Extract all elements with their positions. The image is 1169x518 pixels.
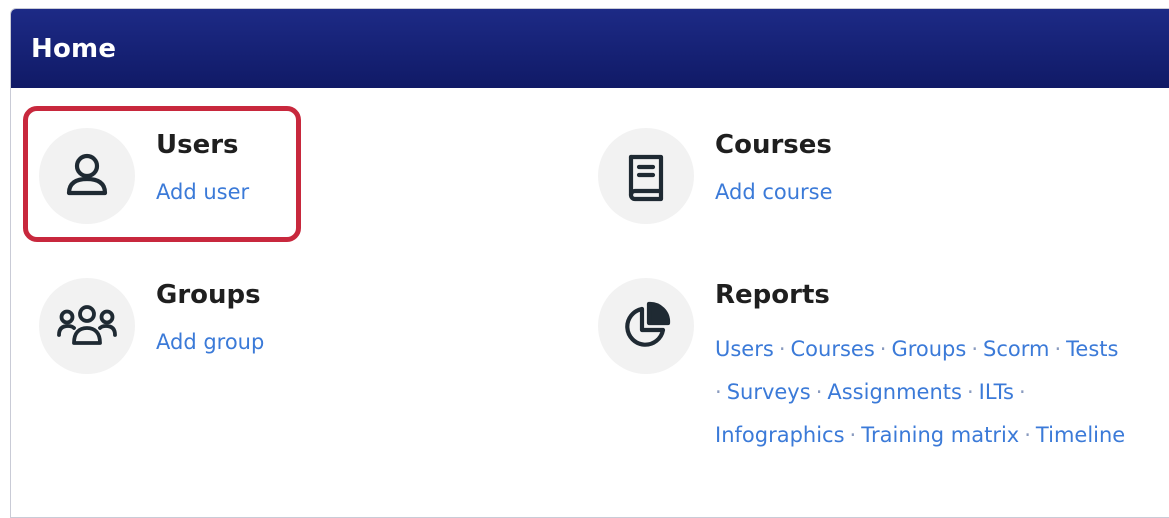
users-tile: Users Add user	[39, 128, 339, 228]
report-link-assignments[interactable]: Assignments	[827, 380, 962, 404]
report-link-courses[interactable]: Courses	[791, 337, 875, 361]
add-course-link[interactable]: Add course	[715, 180, 833, 204]
report-link-training-matrix[interactable]: Training matrix	[861, 423, 1019, 447]
report-link-infographics[interactable]: Infographics	[715, 423, 845, 447]
link-separator: ·	[966, 380, 974, 404]
link-separator: ·	[815, 380, 823, 404]
add-group-link[interactable]: Add group	[156, 330, 264, 354]
book-icon[interactable]	[598, 128, 694, 224]
report-link-surveys[interactable]: Surveys	[727, 380, 811, 404]
group-icon[interactable]	[39, 278, 135, 374]
report-link-ilts[interactable]: ILTs	[979, 380, 1014, 404]
reports-tile: Reports Users · Courses · Groups · Scorm · Tests…	[598, 278, 1158, 468]
report-link-scorm[interactable]: Scorm	[983, 337, 1049, 361]
report-link-users[interactable]: Users	[715, 337, 774, 361]
link-separator: ·	[778, 337, 786, 361]
link-separator: ·	[1018, 380, 1026, 404]
groups-title[interactable]: Groups	[156, 280, 261, 310]
panel-header: Home	[11, 9, 1169, 88]
page-title: Home	[31, 33, 117, 64]
link-separator: ·	[879, 337, 887, 361]
add-user-link[interactable]: Add user	[156, 180, 249, 204]
link-separator: ·	[1024, 423, 1031, 447]
report-link-timeline[interactable]: Timeline	[1036, 423, 1125, 447]
courses-tile: Courses Add course	[598, 128, 898, 228]
users-title[interactable]: Users	[156, 130, 239, 160]
link-separator: ·	[971, 337, 979, 361]
reports-links: Users · Courses · Groups · Scorm · Tests · Surveys…	[715, 328, 1155, 457]
groups-tile: Groups Add group	[39, 278, 339, 378]
report-link-tests[interactable]: Tests	[1066, 337, 1118, 361]
courses-title[interactable]: Courses	[715, 130, 832, 160]
link-separator: ·	[715, 380, 722, 404]
user-icon[interactable]	[39, 128, 135, 224]
report-link-groups[interactable]: Groups	[891, 337, 966, 361]
pie-chart-icon[interactable]	[598, 278, 694, 374]
link-separator: ·	[849, 423, 857, 447]
link-separator: ·	[1054, 337, 1062, 361]
reports-title[interactable]: Reports	[715, 280, 830, 310]
